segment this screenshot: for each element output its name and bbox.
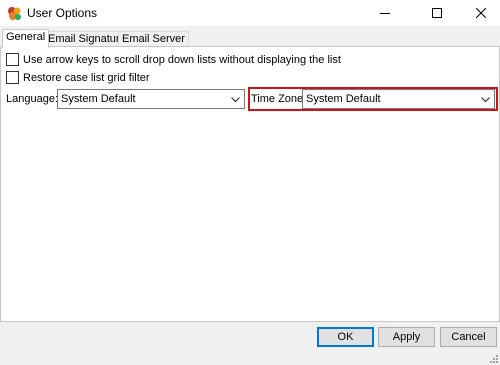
minimize-button[interactable] bbox=[362, 0, 408, 26]
time-zone-label: Time Zone: bbox=[251, 93, 307, 105]
arrow-keys-label: Use arrow keys to scroll drop down lists… bbox=[23, 53, 341, 66]
restore-filter-label: Restore case list grid filter bbox=[23, 71, 150, 84]
arrow-keys-checkbox[interactable] bbox=[6, 53, 19, 66]
tab-general[interactable]: General bbox=[2, 29, 50, 48]
tab-email-server[interactable]: Email Server bbox=[118, 31, 189, 47]
time-zone-value: System Default bbox=[306, 93, 381, 105]
language-dropdown[interactable]: System Default bbox=[57, 89, 245, 109]
chevron-down-icon bbox=[481, 97, 490, 103]
tab-email-signature[interactable]: Email Signature bbox=[44, 31, 130, 47]
apply-button[interactable]: Apply bbox=[378, 327, 435, 347]
ok-button[interactable]: OK bbox=[317, 327, 374, 347]
chevron-down-icon bbox=[231, 97, 240, 103]
language-label: Language: bbox=[6, 93, 58, 105]
arrow-keys-option[interactable]: Use arrow keys to scroll drop down lists… bbox=[6, 52, 341, 67]
window-title: User Options bbox=[27, 6, 98, 20]
minimize-icon bbox=[380, 13, 390, 14]
resize-grip-icon[interactable] bbox=[487, 352, 499, 364]
language-value: System Default bbox=[61, 93, 136, 105]
restore-filter-option[interactable]: Restore case list grid filter bbox=[6, 70, 150, 85]
maximize-button[interactable] bbox=[414, 0, 460, 26]
tab-strip: General Email Signature Email Server bbox=[0, 29, 500, 48]
title-bar: User Options bbox=[0, 0, 500, 26]
close-button[interactable] bbox=[458, 0, 500, 26]
cancel-button[interactable]: Cancel bbox=[440, 327, 497, 347]
close-icon bbox=[476, 8, 486, 18]
time-zone-dropdown[interactable]: System Default bbox=[302, 89, 495, 109]
restore-filter-checkbox[interactable] bbox=[6, 71, 19, 84]
app-icon bbox=[8, 7, 21, 20]
maximize-icon bbox=[432, 8, 442, 18]
